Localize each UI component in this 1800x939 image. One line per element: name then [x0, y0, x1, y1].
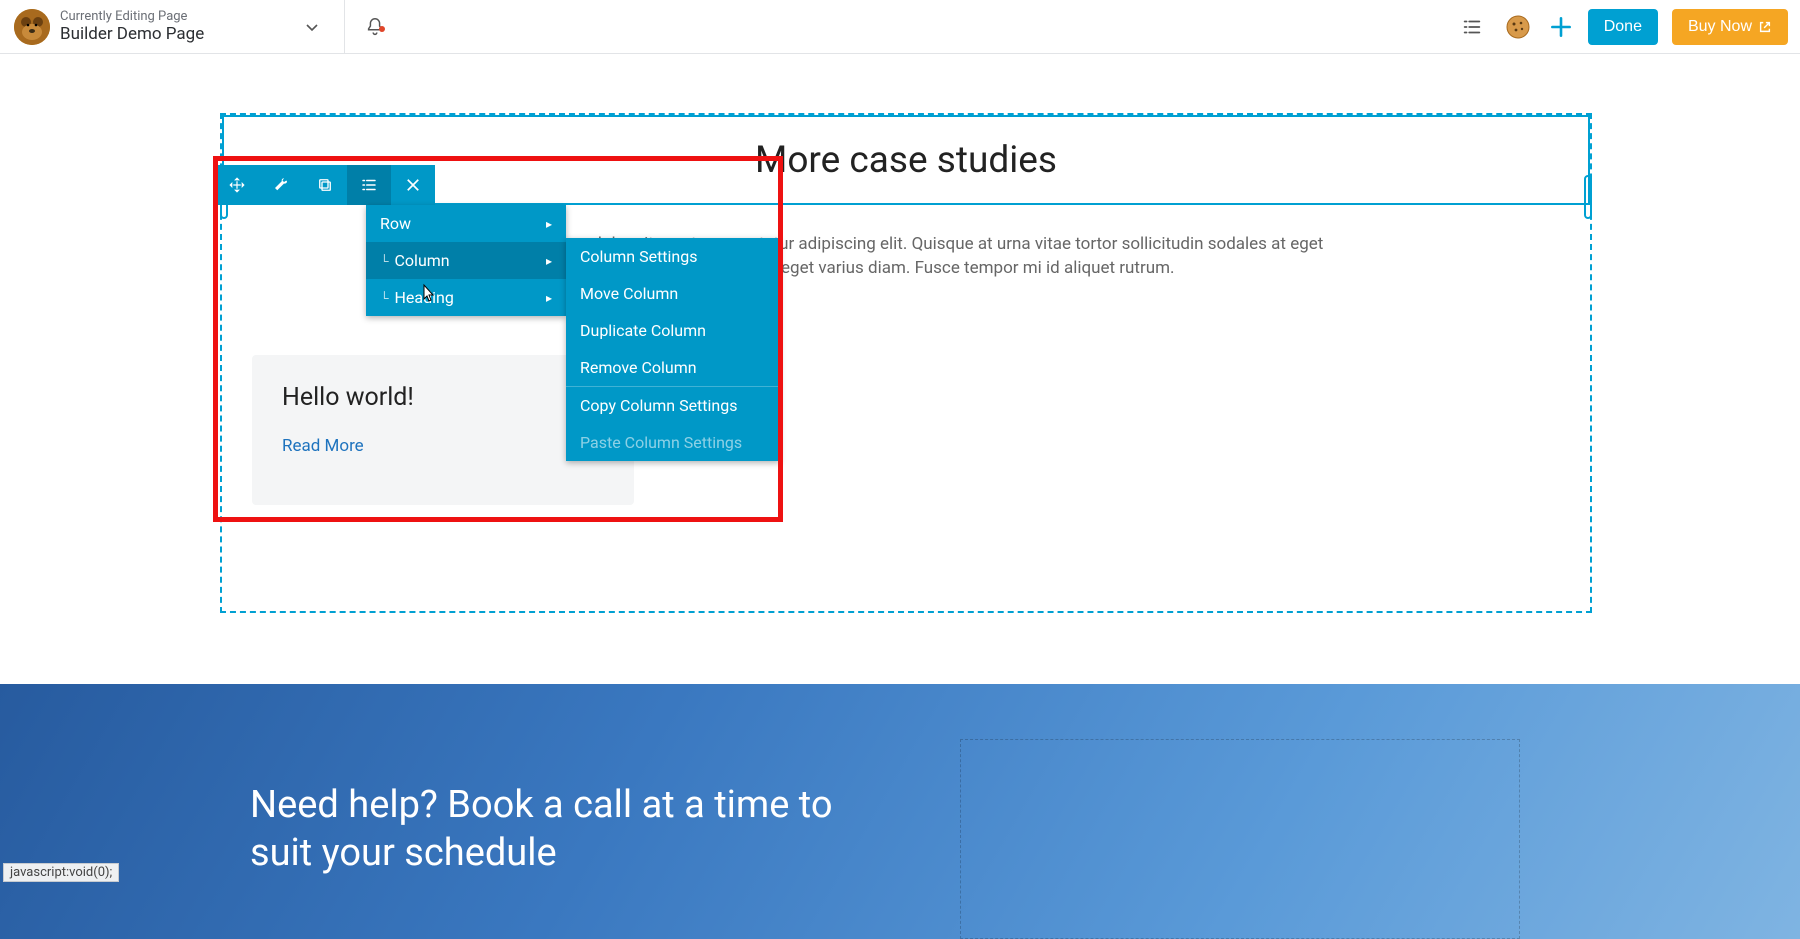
hero-title: Need help? Book a call at a time to suit…: [250, 782, 890, 877]
external-link-icon: [1758, 20, 1772, 34]
submenu-column-settings[interactable]: Column Settings: [566, 238, 780, 275]
chevron-down-icon[interactable]: [304, 19, 320, 35]
menu-item-heading[interactable]: └Heading ▸: [366, 279, 566, 316]
submenu-duplicate-column[interactable]: Duplicate Column: [566, 312, 780, 349]
buy-label: Buy Now: [1688, 18, 1752, 36]
pointer-cursor-icon: [418, 282, 438, 306]
settings-button[interactable]: [259, 165, 303, 205]
chevron-right-icon: ▸: [546, 291, 552, 305]
notifications-button[interactable]: [355, 16, 395, 38]
chevron-right-icon: ▸: [546, 217, 552, 231]
page-subtitle: Currently Editing Page: [60, 9, 204, 25]
menu-item-label: Row: [380, 214, 411, 233]
duplicate-button[interactable]: [303, 165, 347, 205]
hero-section: Need help? Book a call at a time to suit…: [0, 684, 1800, 939]
hero-placeholder-box[interactable]: [960, 739, 1520, 939]
card-title: Hello world!: [282, 383, 604, 412]
menu-item-row[interactable]: Row ▸: [366, 205, 566, 242]
done-label: Done: [1604, 18, 1642, 36]
menu-item-label: Duplicate Column: [580, 321, 706, 340]
page-info[interactable]: Currently Editing Page Builder Demo Page: [60, 9, 204, 45]
column-submenu: Column Settings Move Column Duplicate Co…: [566, 238, 780, 461]
done-button[interactable]: Done: [1588, 9, 1658, 45]
submenu-move-column[interactable]: Move Column: [566, 275, 780, 312]
menu-item-label: Move Column: [580, 284, 678, 303]
buy-now-button[interactable]: Buy Now: [1672, 9, 1788, 45]
card-readmore-link[interactable]: Read More: [282, 436, 364, 456]
submenu-paste-column-settings: Paste Column Settings: [566, 424, 780, 461]
menu-item-label: Column Settings: [580, 247, 698, 266]
module-action-bar: [215, 165, 435, 205]
submenu-remove-column[interactable]: Remove Column: [566, 349, 780, 386]
menu-item-label: Copy Column Settings: [580, 396, 737, 415]
add-content-button[interactable]: [1548, 14, 1574, 40]
builder-logo-icon[interactable]: [14, 9, 50, 45]
breadcrumb-menu: Row ▸ └Column ▸ └Heading ▸: [366, 205, 566, 316]
remove-button[interactable]: [391, 165, 435, 205]
assistant-button[interactable]: [1502, 11, 1534, 43]
status-bar: javascript:void(0);: [3, 863, 119, 882]
move-handle-button[interactable]: [215, 165, 259, 205]
menu-item-label: Remove Column: [580, 358, 697, 377]
page-title: Builder Demo Page: [60, 24, 204, 44]
outline-menu-button[interactable]: [347, 165, 391, 205]
menu-item-label: Paste Column Settings: [580, 433, 742, 452]
divider: [344, 0, 345, 54]
menu-item-label: Column: [395, 251, 450, 270]
submenu-copy-column-settings[interactable]: Copy Column Settings: [566, 387, 780, 424]
notification-dot-icon: [379, 26, 385, 32]
chevron-right-icon: ▸: [546, 254, 552, 268]
menu-item-column[interactable]: └Column ▸: [366, 242, 566, 279]
outline-panel-button[interactable]: [1456, 11, 1488, 43]
